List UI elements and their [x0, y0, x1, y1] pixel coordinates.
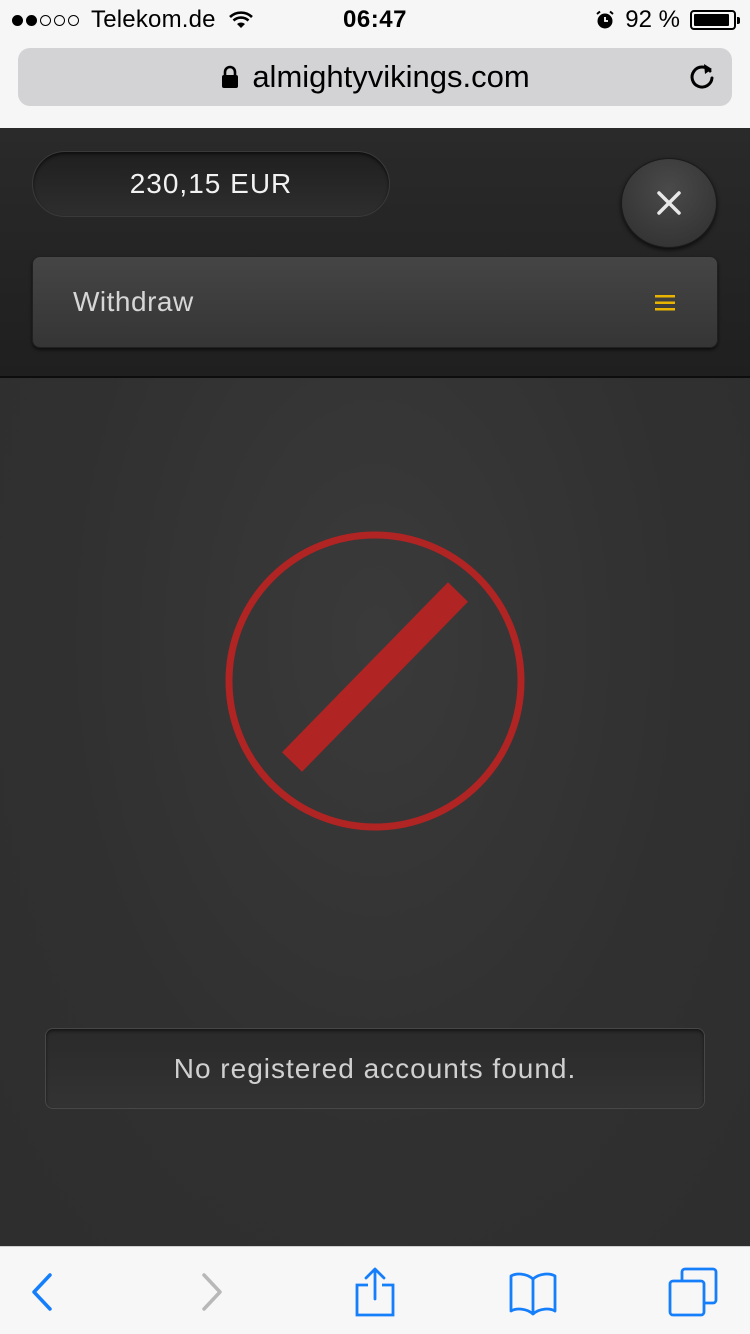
section-dropdown[interactable]: Withdraw [32, 256, 718, 348]
address-bar[interactable]: almightyvikings.com [18, 48, 732, 106]
close-icon [657, 191, 681, 215]
forward-button[interactable] [186, 1267, 236, 1317]
battery-icon [690, 10, 740, 30]
back-arrow-icon [32, 1273, 52, 1311]
status-right: 92 % [595, 6, 740, 34]
tabs-icon [668, 1267, 718, 1317]
alarm-clock-icon [596, 10, 614, 29]
close-button[interactable] [621, 158, 717, 248]
main-content: No registered accounts found. [0, 378, 750, 1246]
forward-arrow-icon [202, 1273, 222, 1311]
battery-fill [694, 14, 729, 26]
address-bar-content: almightyvikings.com [18, 48, 732, 106]
reload-icon[interactable] [686, 61, 718, 93]
url-text: almightyvikings.com [252, 59, 530, 94]
browser-toolbar [0, 1246, 750, 1334]
share-button[interactable] [350, 1267, 400, 1317]
no-accounts-message: No registered accounts found. [45, 1028, 705, 1109]
dropdown-selected-label: Withdraw [73, 286, 194, 317]
balance-display: 230,15 EUR [32, 151, 390, 217]
bookmarks-button[interactable] [508, 1267, 558, 1317]
tabs-button[interactable] [668, 1267, 718, 1317]
battery-percent: 92 % [625, 6, 680, 33]
hamburger-menu-icon [655, 295, 675, 311]
bookmarks-icon [509, 1272, 557, 1316]
back-button[interactable] [18, 1267, 68, 1317]
ios-top-area: Telekom.de 06:47 92 % almightyvikings.co… [0, 0, 750, 128]
lock-icon [222, 65, 239, 88]
status-bar: Telekom.de 06:47 92 % [0, 0, 750, 40]
site-header: 230,15 EUR Withdraw [0, 128, 750, 378]
no-entry-icon [225, 531, 525, 831]
share-icon [355, 1267, 395, 1317]
